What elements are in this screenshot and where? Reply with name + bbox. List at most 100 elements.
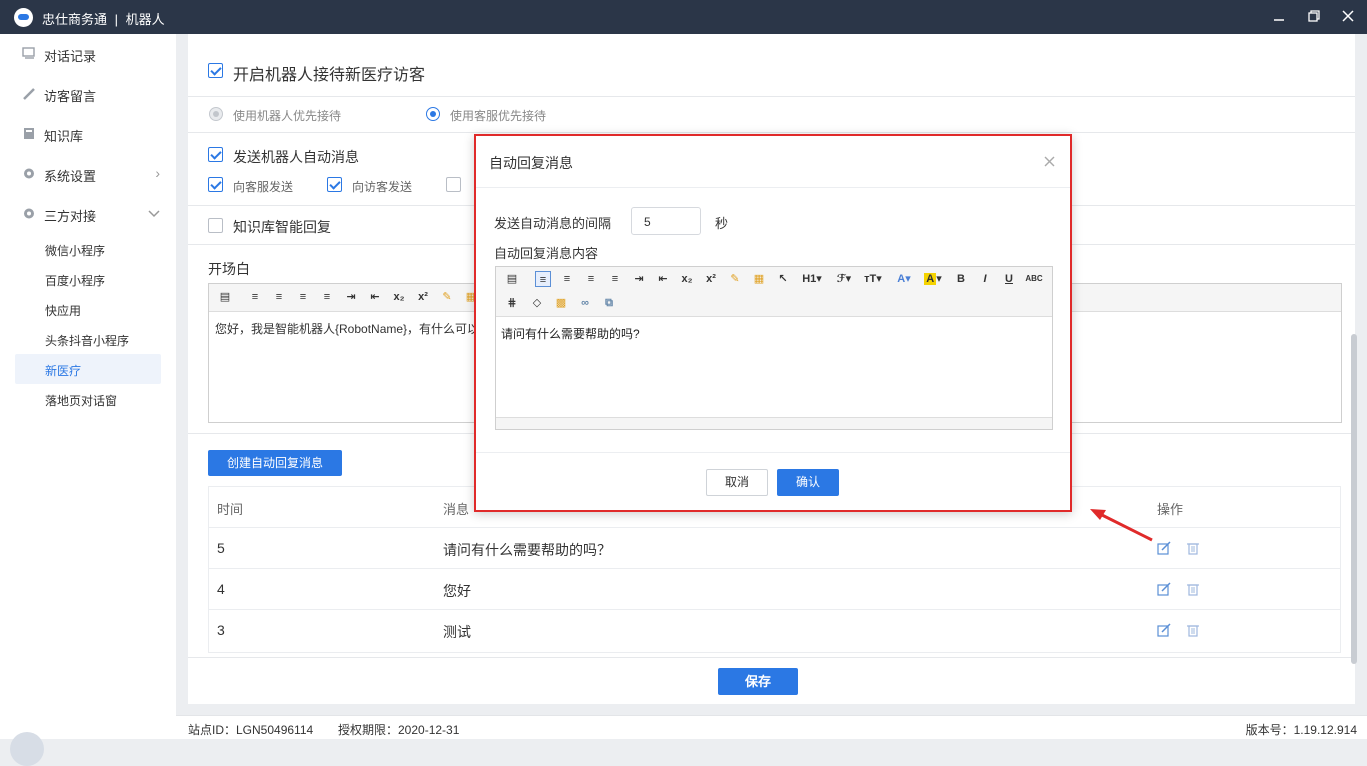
send-to-agent-checkbox[interactable] (208, 177, 223, 192)
bold-icon[interactable]: B (953, 271, 969, 287)
font-color-label: A (897, 273, 906, 285)
highlight-color-icon[interactable]: A ▾ (921, 271, 945, 287)
divider (188, 96, 1355, 97)
robot-priority-label: 使用机器人优先接待 (233, 109, 342, 123)
knowledge-reply-label: 知识库智能回复 (233, 219, 331, 235)
column-header-message: 消息 (443, 502, 470, 517)
brush-icon[interactable]: ✎ (439, 289, 455, 305)
indent-icon[interactable]: ⇥ (343, 289, 359, 305)
font-size-dropdown[interactable]: тT▾ (861, 271, 885, 287)
sidebar-item-system-settings[interactable]: 系统设置 › (0, 156, 176, 192)
dialog-footer: 取消 确认 (476, 452, 1070, 510)
indent-icon[interactable]: ⇥ (631, 271, 647, 287)
unlink-icon[interactable]: ⧉ (601, 295, 617, 311)
confirm-button[interactable]: 确认 (777, 469, 839, 496)
editor-resize-bar[interactable] (496, 417, 1052, 429)
edit-icon[interactable] (1157, 582, 1171, 596)
heading-dropdown[interactable]: H1▾ (799, 271, 825, 287)
interval-input[interactable]: 5 (631, 207, 701, 235)
avatar[interactable] (10, 732, 44, 766)
send-to-visitor-checkbox[interactable] (327, 177, 342, 192)
horizontal-rule-icon[interactable]: ⋕ (504, 295, 520, 311)
enable-robot-label: 开启机器人接待新医疗访客 (233, 67, 426, 84)
align-left-icon[interactable]: ≡ (247, 289, 263, 305)
dialog-title: 自动回复消息 (489, 155, 573, 171)
agent-priority-radio[interactable] (426, 107, 440, 121)
eraser-icon[interactable]: ◇ (529, 295, 545, 311)
send-to-visitor-label: 向访客发送 (352, 180, 413, 194)
delete-icon[interactable] (1186, 623, 1200, 637)
strikethrough-icon[interactable]: ABC (1023, 271, 1045, 287)
license-period: 授权期限：2020-12-31 (338, 723, 460, 737)
enable-robot-checkbox[interactable] (208, 63, 223, 78)
align-right-icon[interactable]: ≡ (583, 271, 599, 287)
outdent-icon[interactable]: ⇤ (655, 271, 671, 287)
send-auto-message-checkbox[interactable] (208, 147, 223, 162)
justify-icon[interactable]: ≡ (607, 271, 623, 287)
content-editor[interactable]: ▤ ≡ ≡ ≡ ≡ ⇥ ⇤ x₂ x² ✎ ▦ ↖ H1▾ ℱ▾ тT▾ A▾ … (495, 266, 1053, 430)
outdent-icon[interactable]: ⇤ (367, 289, 383, 305)
sidebar-sub-quick-app[interactable]: 快应用 (15, 294, 161, 324)
cursor-icon[interactable]: ↖ (775, 271, 791, 287)
bold-label: B (957, 273, 965, 285)
sidebar-item-label: 知识库 (44, 129, 84, 144)
justify-icon[interactable]: ≡ (319, 289, 335, 305)
sidebar-sub-landing-chat[interactable]: 落地页对话窗 (15, 384, 161, 414)
sidebar-sub-new-medical[interactable]: 新医疗 (15, 354, 161, 384)
close-icon[interactable] (1044, 156, 1055, 167)
sidebar-sub-toutiao-douyin[interactable]: 头条抖音小程序 (15, 324, 161, 354)
sidebar-item-chat-records[interactable]: 对话记录 (0, 36, 176, 72)
interval-value: 5 (644, 215, 651, 229)
source-icon[interactable]: ▤ (217, 289, 233, 305)
extra-option-checkbox[interactable] (446, 177, 461, 192)
opening-content[interactable]: 您好，我是智能机器人{RobotName}，有什么可以 (215, 320, 479, 337)
underline-icon[interactable]: U (1001, 271, 1017, 287)
brush-icon[interactable]: ✎ (727, 271, 743, 287)
sidebar-sub-baidu-miniprogram[interactable]: 百度小程序 (15, 264, 161, 294)
sidebar-item-visitor-messages[interactable]: 访客留言 (0, 76, 176, 112)
close-icon[interactable] (1340, 8, 1356, 24)
scrollbar[interactable] (1351, 334, 1357, 664)
save-button[interactable]: 保存 (718, 668, 798, 695)
superscript-icon[interactable]: x² (415, 289, 431, 305)
superscript-icon[interactable]: x² (703, 271, 719, 287)
source-icon[interactable]: ▤ (504, 271, 520, 287)
subscript-icon[interactable]: x₂ (679, 271, 695, 287)
sidebar-sub-wechat-miniprogram[interactable]: 微信小程序 (15, 234, 161, 264)
italic-icon[interactable]: I (977, 271, 993, 287)
knowledge-reply-checkbox[interactable] (208, 218, 223, 233)
format-paint-icon[interactable]: ▦ (751, 271, 767, 287)
row-message: 测试 (443, 624, 471, 640)
link-icon[interactable]: ∞ (577, 295, 593, 311)
font-family-icon[interactable]: ℱ▾ (833, 271, 855, 287)
delete-icon[interactable] (1186, 582, 1200, 596)
interval-unit: 秒 (715, 216, 729, 231)
create-auto-reply-button[interactable]: 创建自动回复消息 (208, 450, 342, 476)
image-icon[interactable]: ▩ (553, 295, 569, 311)
status-bar: 站点ID：LGN50496114 授权期限：2020-12-31 版本号：1.1… (176, 715, 1367, 739)
align-center-icon[interactable]: ≡ (271, 289, 287, 305)
sidebar-item-third-party[interactable]: 三方对接 (0, 196, 176, 232)
cancel-button[interactable]: 取消 (706, 469, 768, 496)
sidebar-sub-label: 新医疗 (45, 364, 82, 378)
align-left-icon[interactable]: ≡ (535, 271, 551, 287)
underline-label: U (1005, 273, 1013, 285)
delete-icon[interactable] (1186, 541, 1200, 555)
edit-icon[interactable] (1157, 623, 1171, 637)
subscript-icon[interactable]: x₂ (391, 289, 407, 305)
content-text[interactable]: 请问有什么需要帮助的吗? (501, 325, 640, 342)
row-message: 请问有什么需要帮助的吗？ (443, 542, 611, 558)
interval-label: 发送自动消息的间隔 (494, 216, 612, 231)
maximize-icon[interactable] (1306, 8, 1322, 24)
divider (188, 132, 1355, 133)
dialog-header: 自动回复消息 (476, 136, 1070, 188)
align-center-icon[interactable]: ≡ (559, 271, 575, 287)
robot-priority-radio[interactable] (209, 107, 223, 121)
sidebar-item-knowledge-base[interactable]: 知识库 (0, 116, 176, 152)
chevron-right-icon: › (155, 165, 160, 181)
sidebar-item-label: 对话记录 (44, 49, 97, 64)
align-right-icon[interactable]: ≡ (295, 289, 311, 305)
sidebar-item-label: 访客留言 (44, 89, 97, 104)
minimize-icon[interactable] (1271, 8, 1287, 24)
font-color-icon[interactable]: A▾ (893, 271, 915, 287)
